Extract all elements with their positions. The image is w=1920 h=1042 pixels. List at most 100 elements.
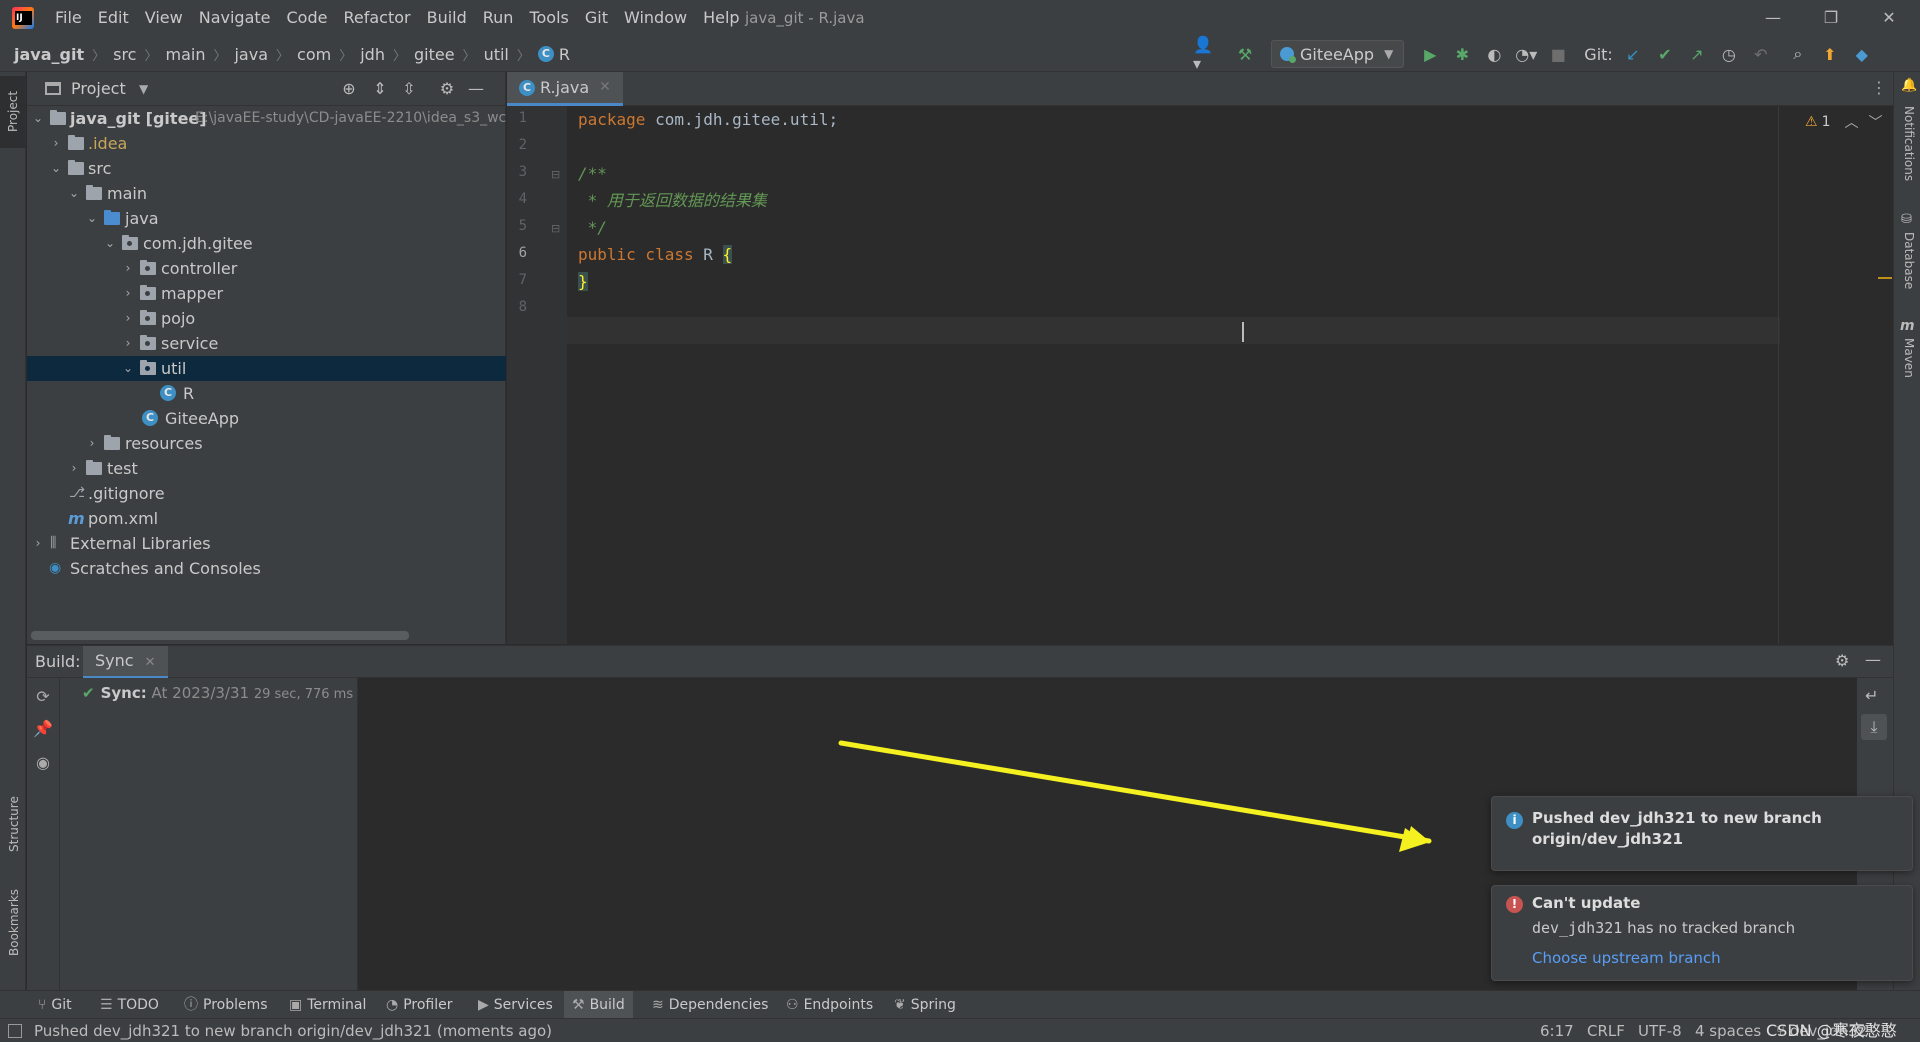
expand-all-icon[interactable]: ⇕ xyxy=(368,77,392,101)
toggle-tool-windows-icon[interactable] xyxy=(8,1024,22,1038)
ide-update-icon[interactable]: ⬆ xyxy=(1817,41,1843,67)
tool-tab-endpoints[interactable]: ⚇ Endpoints xyxy=(786,991,873,1019)
database-tool-tab[interactable]: Database xyxy=(1902,232,1916,289)
close-window-button[interactable]: ✕ xyxy=(1860,0,1918,36)
restore-button[interactable]: ❐ xyxy=(1802,0,1860,36)
chevron-right-icon[interactable]: › xyxy=(121,306,135,331)
tree-row-project-root[interactable]: ⌄ java_git [gitee] E:\javaEE-study\CD-ja… xyxy=(27,106,506,131)
tool-tab-spring[interactable]: ❦ Spring xyxy=(894,991,956,1019)
tree-row-external-libraries[interactable]: › ⫼ External Libraries xyxy=(27,531,506,556)
tree-row-main[interactable]: ⌄ main xyxy=(27,181,506,206)
chevron-right-icon[interactable]: › xyxy=(67,456,81,481)
tree-row-src[interactable]: ⌄ src xyxy=(27,156,506,181)
editor-tab-r-java[interactable]: C R.java ✕ xyxy=(507,72,623,106)
coverage-icon[interactable]: ◐ xyxy=(1481,41,1507,67)
file-encoding[interactable]: UTF-8 xyxy=(1638,1019,1682,1042)
menu-window[interactable]: Window xyxy=(624,0,687,36)
fold-marker-icon[interactable]: ⊟ xyxy=(551,168,560,181)
notification-push-success[interactable]: i Pushed dev_jdh321 to new branch origin… xyxy=(1491,796,1913,871)
tree-row-resources[interactable]: › resources xyxy=(27,431,506,456)
chevron-right-icon[interactable]: › xyxy=(121,256,135,281)
tool-tab-problems[interactable]: ⓘ Problems xyxy=(184,991,268,1019)
menu-refactor[interactable]: Refactor xyxy=(343,0,410,36)
tree-row-test[interactable]: › test xyxy=(27,456,506,481)
tool-tab-build[interactable]: ⚒ Build xyxy=(564,991,633,1019)
tree-row-r-class[interactable]: C R xyxy=(27,381,506,406)
line-separator[interactable]: CRLF xyxy=(1587,1019,1625,1042)
inspection-widget[interactable]: ⚠ 1 ︿ ﹀ xyxy=(1805,112,1882,132)
close-tab-icon[interactable]: ✕ xyxy=(599,72,611,103)
project-tool-tab[interactable]: Project xyxy=(0,76,26,148)
fold-marker-icon[interactable]: ⊟ xyxy=(551,222,560,235)
breadcrumb-project[interactable]: java_git xyxy=(14,45,84,64)
tree-row-service[interactable]: › service xyxy=(27,331,506,356)
chevron-down-icon[interactable]: ⌄ xyxy=(121,356,135,381)
gear-icon[interactable]: ⚙ xyxy=(435,77,459,101)
tree-row-util[interactable]: ⌄ util xyxy=(27,356,506,381)
locate-file-icon[interactable]: ⊕ xyxy=(337,77,361,101)
chevron-right-icon[interactable]: › xyxy=(121,281,135,306)
chevron-right-icon[interactable]: › xyxy=(31,531,45,556)
menu-git[interactable]: Git xyxy=(585,0,608,36)
menu-edit[interactable]: Edit xyxy=(98,0,129,36)
tool-tab-terminal[interactable]: ▣ Terminal xyxy=(289,991,366,1019)
breadcrumb-src[interactable]: src xyxy=(113,45,136,64)
menu-code[interactable]: Code xyxy=(287,0,328,36)
chevron-right-icon[interactable]: › xyxy=(85,431,99,456)
tree-row-scratches[interactable]: ◉ Scratches and Consoles xyxy=(27,556,506,581)
caret-position[interactable]: 6:17 xyxy=(1540,1019,1574,1042)
notifications-bell-icon[interactable]: 🔔 xyxy=(1901,78,1917,93)
git-push-icon[interactable]: ↗ xyxy=(1684,41,1710,67)
chevron-down-icon[interactable]: ⌄ xyxy=(67,181,81,206)
git-rollback-icon[interactable]: ↶ xyxy=(1748,41,1774,67)
minimize-button[interactable]: — xyxy=(1744,0,1802,36)
maven-tool-tab[interactable]: Maven xyxy=(1902,338,1916,378)
debug-icon[interactable]: ✱ xyxy=(1449,41,1475,67)
indent-setting[interactable]: 4 spaces xyxy=(1695,1019,1761,1042)
project-panel-title[interactable]: Project xyxy=(71,72,126,106)
bookmarks-tool-tab[interactable]: Bookmarks xyxy=(7,889,21,956)
breadcrumb-gitee[interactable]: gitee xyxy=(414,45,455,64)
tree-row-controller[interactable]: › controller xyxy=(27,256,506,281)
chevron-right-icon[interactable]: › xyxy=(49,131,63,156)
chevron-down-icon[interactable]: ▼ xyxy=(139,72,148,106)
choose-upstream-branch-link[interactable]: Choose upstream branch xyxy=(1532,949,1721,967)
search-icon[interactable]: ⌕ xyxy=(1785,41,1811,67)
tool-tab-todo[interactable]: ☰ TODO xyxy=(100,991,159,1019)
git-update-icon[interactable]: ↙ xyxy=(1620,41,1646,67)
chevron-down-icon[interactable]: ⌄ xyxy=(49,156,63,181)
menu-file[interactable]: File xyxy=(55,0,82,36)
menu-help[interactable]: Help xyxy=(703,0,739,36)
breadcrumb-com[interactable]: com xyxy=(297,45,331,64)
tool-tab-services[interactable]: ▶ Services xyxy=(478,991,553,1019)
error-stripe-warning-mark[interactable] xyxy=(1878,277,1892,279)
git-history-icon[interactable]: ◷ xyxy=(1716,41,1742,67)
breadcrumb-main[interactable]: main xyxy=(165,45,205,64)
tool-tab-git[interactable]: ⑂ Git xyxy=(38,991,72,1019)
tool-tab-dependencies[interactable]: ≋ Dependencies xyxy=(652,991,768,1019)
breadcrumb-jdh[interactable]: jdh xyxy=(360,45,385,64)
chevron-down-icon[interactable]: ⌄ xyxy=(85,206,99,231)
collapse-all-icon[interactable]: ⇳ xyxy=(397,77,421,101)
menu-build[interactable]: Build xyxy=(427,0,467,36)
status-message[interactable]: Pushed dev_jdh321 to new branch origin/d… xyxy=(34,1019,552,1042)
chevron-up-icon[interactable]: ︿ xyxy=(1844,112,1858,132)
tree-row-java[interactable]: ⌄ java xyxy=(27,206,506,231)
run-configuration-select[interactable]: GiteeApp ▼ xyxy=(1271,40,1405,68)
menu-navigate[interactable]: Navigate xyxy=(199,0,271,36)
menu-view[interactable]: View xyxy=(145,0,183,36)
chevron-right-icon[interactable]: › xyxy=(121,331,135,356)
more-options-icon[interactable]: ⋮ xyxy=(1871,78,1887,97)
chevron-down-icon[interactable]: ﹀ xyxy=(1868,112,1882,132)
tool-tab-profiler[interactable]: ◔ Profiler xyxy=(386,991,453,1019)
tree-row-package-root[interactable]: ⌄ com.jdh.gitee xyxy=(27,231,506,256)
hide-panel-icon[interactable]: — xyxy=(464,77,488,101)
user-account-icon[interactable]: 👤▾ xyxy=(1193,35,1219,73)
profile-icon[interactable]: ◔▾ xyxy=(1513,41,1539,67)
menu-run[interactable]: Run xyxy=(483,0,514,36)
tree-row-pojo[interactable]: › pojo xyxy=(27,306,506,331)
run-icon[interactable]: ▶ xyxy=(1417,41,1443,67)
chevron-down-icon[interactable]: ⌄ xyxy=(103,231,117,256)
tree-row-giteeapp[interactable]: C GiteeApp xyxy=(27,406,506,431)
stop-icon[interactable]: ■ xyxy=(1545,41,1571,67)
